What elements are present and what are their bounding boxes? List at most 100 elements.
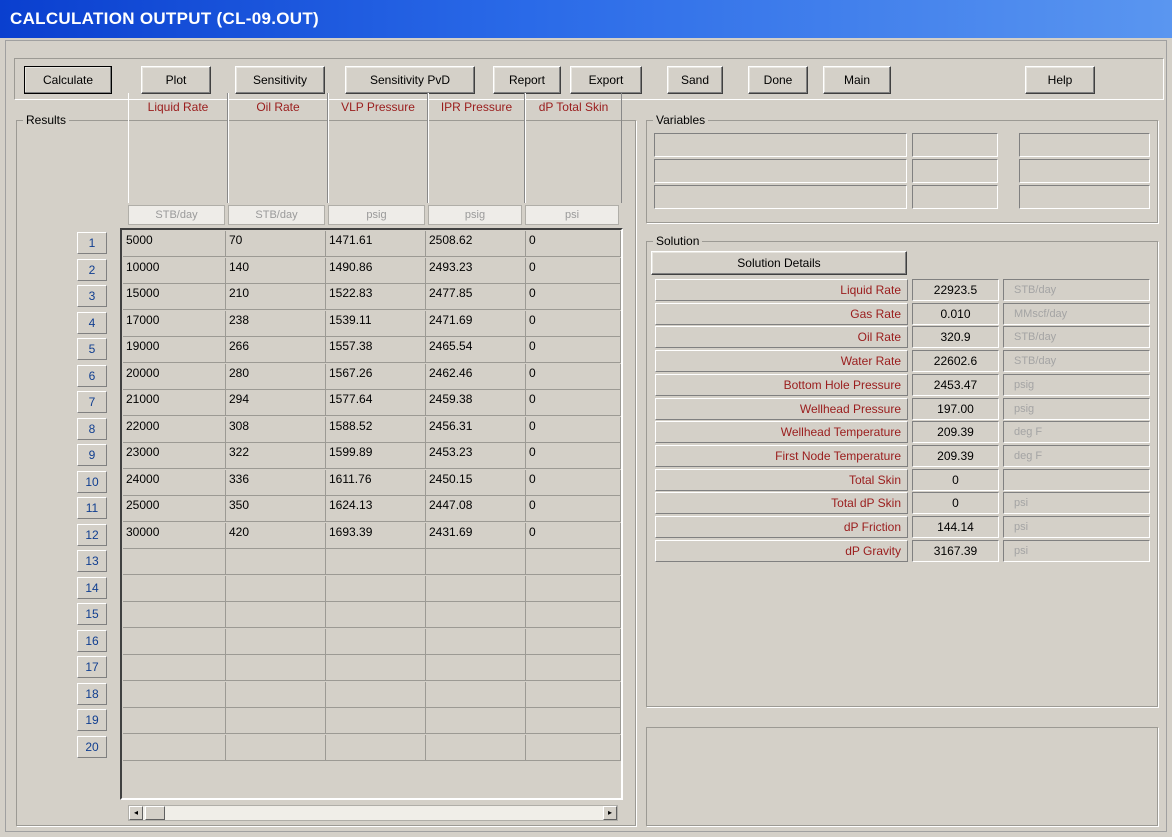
table-cell[interactable]: 25000 — [123, 496, 226, 522]
table-cell[interactable]: 1611.76 — [326, 469, 426, 496]
sensitivity-pvd-button[interactable]: Sensitivity PvD — [345, 66, 475, 94]
table-cell[interactable] — [426, 549, 526, 575]
table-cell[interactable]: 21000 — [123, 390, 226, 416]
row-number-button[interactable]: 8 — [77, 417, 107, 440]
table-cell[interactable] — [526, 628, 621, 655]
table-cell[interactable] — [426, 628, 526, 655]
scroll-right-icon[interactable]: ▸ — [603, 806, 617, 820]
table-cell[interactable]: 2459.38 — [426, 390, 526, 416]
row-number-button[interactable]: 19 — [77, 709, 107, 731]
table-cell[interactable] — [326, 655, 426, 681]
table-cell[interactable]: 15000 — [123, 284, 226, 310]
table-cell[interactable]: 2456.31 — [426, 416, 526, 443]
table-cell[interactable] — [326, 734, 426, 761]
table-cell[interactable] — [123, 708, 226, 734]
table-cell[interactable]: 238 — [226, 310, 326, 337]
row-number-button[interactable]: 14 — [77, 576, 107, 599]
calculate-button[interactable]: Calculate — [24, 66, 112, 94]
row-number-button[interactable]: 2 — [77, 258, 107, 281]
table-cell[interactable]: 336 — [226, 469, 326, 496]
table-cell[interactable]: 22000 — [123, 416, 226, 443]
table-cell[interactable] — [123, 628, 226, 655]
table-cell[interactable]: 20000 — [123, 363, 226, 390]
table-cell[interactable]: 0 — [526, 337, 621, 363]
table-cell[interactable]: 322 — [226, 443, 326, 469]
table-cell[interactable]: 1693.39 — [326, 522, 426, 549]
row-number-button[interactable]: 17 — [77, 656, 107, 678]
table-cell[interactable]: 1539.11 — [326, 310, 426, 337]
table-cell[interactable]: 19000 — [123, 337, 226, 363]
table-cell[interactable]: 10000 — [123, 257, 226, 284]
row-number-button[interactable]: 12 — [77, 523, 107, 546]
table-cell[interactable]: 1588.52 — [326, 416, 426, 443]
table-cell[interactable]: 1522.83 — [326, 284, 426, 310]
table-cell[interactable]: 24000 — [123, 469, 226, 496]
table-cell[interactable]: 0 — [526, 257, 621, 284]
report-button[interactable]: Report — [493, 66, 561, 94]
table-cell[interactable] — [123, 734, 226, 761]
table-cell[interactable] — [326, 708, 426, 734]
table-cell[interactable]: 2453.23 — [426, 443, 526, 469]
scroll-left-icon[interactable]: ◂ — [129, 806, 143, 820]
table-cell[interactable]: 280 — [226, 363, 326, 390]
table-cell[interactable]: 420 — [226, 522, 326, 549]
table-cell[interactable] — [226, 575, 326, 602]
row-number-button[interactable]: 6 — [77, 364, 107, 387]
table-cell[interactable] — [226, 734, 326, 761]
table-cell[interactable] — [326, 575, 426, 602]
row-number-button[interactable]: 4 — [77, 311, 107, 334]
table-cell[interactable] — [226, 655, 326, 681]
table-cell[interactable]: 2477.85 — [426, 284, 526, 310]
table-cell[interactable] — [123, 575, 226, 602]
row-number-button[interactable]: 3 — [77, 285, 107, 307]
table-cell[interactable] — [526, 575, 621, 602]
row-number-button[interactable]: 7 — [77, 391, 107, 413]
table-cell[interactable]: 2450.15 — [426, 469, 526, 496]
main-button[interactable]: Main — [823, 66, 891, 94]
sensitivity-button[interactable]: Sensitivity — [235, 66, 325, 94]
table-cell[interactable]: 0 — [526, 231, 621, 257]
table-cell[interactable]: 0 — [526, 390, 621, 416]
table-cell[interactable] — [426, 708, 526, 734]
table-cell[interactable]: 210 — [226, 284, 326, 310]
table-cell[interactable]: 1471.61 — [326, 231, 426, 257]
table-cell[interactable]: 23000 — [123, 443, 226, 469]
row-number-button[interactable]: 1 — [77, 232, 107, 254]
table-cell[interactable]: 308 — [226, 416, 326, 443]
row-number-button[interactable]: 20 — [77, 735, 107, 758]
table-cell[interactable]: 2508.62 — [426, 231, 526, 257]
row-number-button[interactable]: 15 — [77, 603, 107, 625]
solution-details-button[interactable]: Solution Details — [651, 251, 907, 275]
table-cell[interactable]: 294 — [226, 390, 326, 416]
table-cell[interactable]: 2465.54 — [426, 337, 526, 363]
table-cell[interactable] — [123, 602, 226, 628]
table-cell[interactable]: 5000 — [123, 231, 226, 257]
table-cell[interactable]: 1624.13 — [326, 496, 426, 522]
table-cell[interactable] — [123, 549, 226, 575]
row-number-button[interactable]: 16 — [77, 629, 107, 652]
row-number-button[interactable]: 13 — [77, 550, 107, 572]
table-cell[interactable] — [526, 681, 621, 708]
row-number-button[interactable]: 5 — [77, 338, 107, 360]
table-cell[interactable]: 0 — [526, 522, 621, 549]
table-cell[interactable] — [326, 602, 426, 628]
scroll-thumb[interactable] — [145, 806, 165, 820]
table-cell[interactable] — [526, 655, 621, 681]
table-cell[interactable]: 0 — [526, 363, 621, 390]
help-button[interactable]: Help — [1025, 66, 1095, 94]
table-cell[interactable] — [526, 549, 621, 575]
table-cell[interactable]: 1577.64 — [326, 390, 426, 416]
sand-button[interactable]: Sand — [667, 66, 723, 94]
table-cell[interactable]: 140 — [226, 257, 326, 284]
table-cell[interactable]: 2447.08 — [426, 496, 526, 522]
table-cell[interactable] — [426, 681, 526, 708]
horizontal-scrollbar[interactable]: ◂ ▸ — [128, 805, 618, 821]
table-cell[interactable] — [123, 655, 226, 681]
table-cell[interactable]: 0 — [526, 416, 621, 443]
table-cell[interactable] — [226, 602, 326, 628]
table-cell[interactable]: 17000 — [123, 310, 226, 337]
table-cell[interactable]: 2471.69 — [426, 310, 526, 337]
table-cell[interactable]: 1599.89 — [326, 443, 426, 469]
table-cell[interactable] — [326, 549, 426, 575]
row-number-button[interactable]: 11 — [77, 497, 107, 519]
